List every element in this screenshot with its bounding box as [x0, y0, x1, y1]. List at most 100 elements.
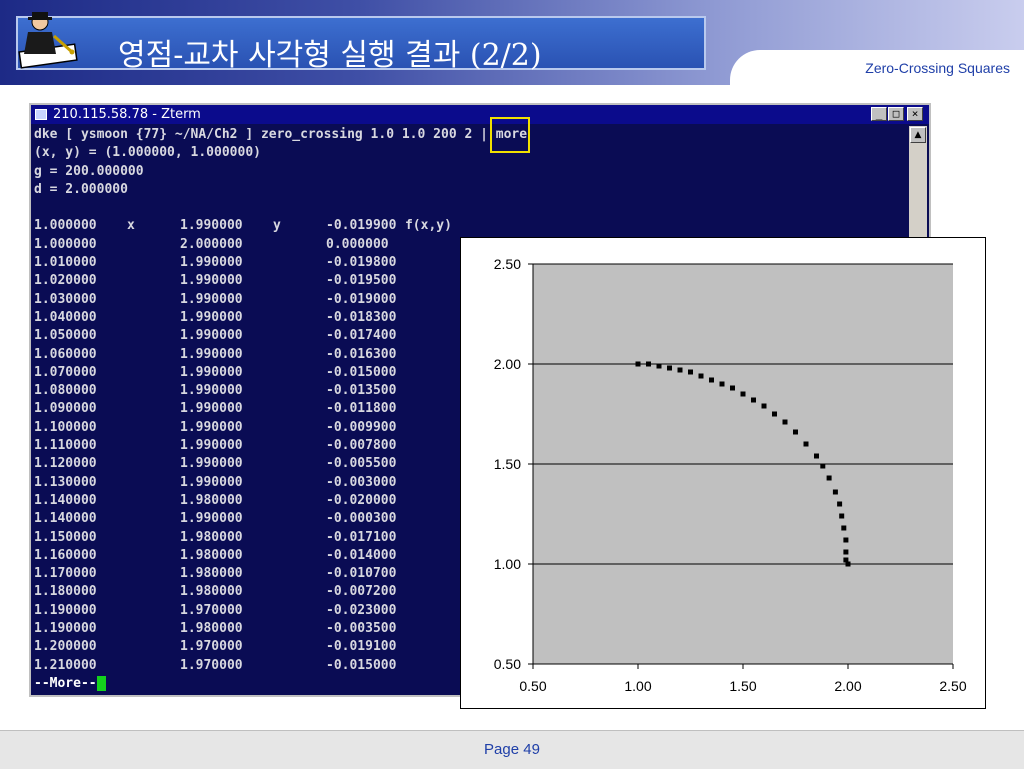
data-point	[803, 441, 809, 447]
cell-x: 1.010000	[34, 255, 97, 271]
cell-x: 1.060000	[34, 346, 97, 362]
more-prompt-text: --More--	[34, 675, 97, 691]
cell-fxy: -0.014000	[326, 547, 397, 563]
x-tick-label: 0.50	[519, 678, 546, 694]
maximize-button[interactable]: □	[888, 107, 904, 121]
data-point	[688, 369, 693, 375]
cell-y: 1.990000	[180, 309, 243, 325]
cell-fxy: -0.007800	[326, 438, 397, 454]
cell-x: 1.030000	[34, 291, 97, 307]
terminal-app-icon[interactable]	[35, 109, 47, 120]
cell-x: 1.020000	[34, 273, 97, 289]
data-point	[841, 525, 847, 531]
cell-fxy: -0.010700	[326, 566, 397, 582]
y-tick-label: 1.50	[494, 456, 521, 472]
cell-fxy: -0.016300	[326, 346, 397, 362]
terminal-title: 210.115.58.78 - Zterm	[53, 107, 201, 122]
y-tick-label: 1.00	[494, 556, 521, 572]
data-point	[843, 549, 849, 555]
cell-fxy: -0.003000	[326, 474, 397, 490]
data-point	[826, 475, 832, 481]
cell-fxy: -0.017100	[326, 529, 397, 545]
cell-y: 1.980000	[180, 584, 243, 600]
cell-x: 1.080000	[34, 383, 97, 399]
cell-x: 1.070000	[34, 364, 97, 380]
highlight-box-200	[490, 117, 530, 153]
cell-y: 1.990000	[180, 346, 243, 362]
x-tick-label: 2.50	[939, 678, 966, 694]
data-point	[740, 391, 746, 397]
cell-x: 1.200000	[34, 639, 97, 655]
cell-fxy: -0.017400	[326, 328, 397, 344]
cell-fxy: -0.005500	[326, 456, 397, 472]
minimize-button[interactable]: _	[871, 107, 887, 121]
table-row: 1.000000 1.990000 -0.019900	[34, 217, 906, 235]
data-point	[782, 419, 788, 425]
output-line: (x, y) = (1.000000, 1.000000)	[34, 145, 261, 161]
y-tick-label: 2.50	[494, 256, 521, 272]
cell-fxy: -0.019900	[326, 218, 397, 234]
cell-fxy: -0.000300	[326, 511, 397, 527]
cell-x: 1.180000	[34, 584, 97, 600]
cell-y: 1.990000	[180, 383, 243, 399]
data-point	[845, 561, 851, 567]
zero-crossing-chart: 0.50 1.00 1.50 2.00 2.50 0.50 1.00 1.50 2.00 2.50	[460, 237, 986, 709]
slide-footer: Page 49	[0, 730, 1024, 769]
close-button[interactable]: ×	[907, 107, 923, 121]
slide-title-box: 영점-교차 사각형 실행 결과 (2/2)	[16, 16, 706, 73]
cell-x: 1.120000	[34, 456, 97, 472]
cell-y: 1.990000	[180, 401, 243, 417]
cell-fxy: -0.019000	[326, 291, 397, 307]
cell-x: 1.000000	[34, 236, 97, 252]
data-point	[656, 363, 662, 369]
data-point	[814, 453, 819, 459]
cell-y: 1.980000	[180, 566, 243, 582]
cell-y: 1.970000	[180, 602, 243, 618]
cell-fxy: -0.020000	[326, 492, 397, 508]
data-point	[761, 403, 767, 409]
terminal-cursor	[96, 675, 106, 691]
data-point	[843, 537, 849, 543]
cell-y: 1.990000	[180, 364, 243, 380]
data-point	[839, 513, 845, 519]
cell-fxy: -0.019500	[326, 273, 397, 289]
cell-x: 1.140000	[34, 511, 97, 527]
terminal-titlebar[interactable]: 210.115.58.78 - Zterm _ □ ×	[31, 105, 929, 124]
cell-x: 1.100000	[34, 419, 97, 435]
cell-y: 2.000000	[180, 236, 243, 252]
cell-x: 1.190000	[34, 602, 97, 618]
data-point	[820, 463, 826, 469]
x-tick-label: 2.00	[834, 678, 861, 694]
table-header: x y f(x,y)	[34, 199, 906, 233]
cell-y: 1.970000	[180, 657, 243, 673]
cell-y: 1.990000	[180, 255, 243, 271]
cell-y: 1.980000	[180, 492, 243, 508]
cell-y: 1.970000	[180, 639, 243, 655]
slide-subtitle: Zero-Crossing Squares	[865, 60, 1010, 76]
cell-x: 1.090000	[34, 401, 97, 417]
data-point	[709, 377, 714, 383]
cell-x: 1.130000	[34, 474, 97, 490]
output-line: g = 200.000000	[34, 163, 144, 179]
cell-y: 1.990000	[180, 474, 243, 490]
cell-x: 1.000000	[34, 218, 97, 234]
data-point	[832, 489, 838, 495]
cell-x: 1.150000	[34, 529, 97, 545]
x-tick-label: 1.00	[624, 678, 651, 694]
page-number: Page 49	[484, 741, 540, 758]
cell-x: 1.050000	[34, 328, 97, 344]
slide-title: 영점-교차 사각형 실행 결과 (2/2)	[118, 38, 542, 73]
cell-fxy: -0.019100	[326, 639, 397, 655]
cell-fxy: 0.000000	[326, 236, 389, 252]
data-point	[772, 411, 777, 417]
command-line: dke [ ysmoon {77} ~/NA/Ch2 ] zero_crossi…	[34, 127, 528, 142]
y-tick-label: 0.50	[494, 656, 521, 672]
x-tick-label: 1.50	[729, 678, 756, 694]
cell-y: 1.980000	[180, 621, 243, 637]
cell-fxy: -0.007200	[326, 584, 397, 600]
cell-fxy: -0.015000	[326, 364, 397, 380]
cell-x: 1.210000	[34, 657, 97, 673]
cell-y: 1.990000	[180, 456, 243, 472]
scroll-up-arrow-icon[interactable]: ▲	[910, 127, 926, 143]
cell-fxy: -0.015000	[326, 657, 397, 673]
